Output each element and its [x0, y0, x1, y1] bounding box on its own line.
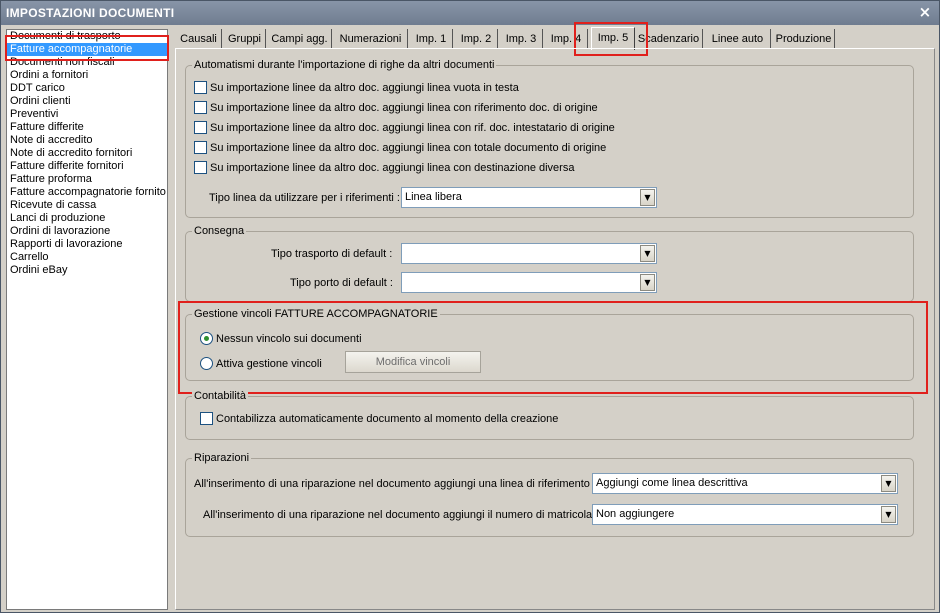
riferimento-label: All'inserimento di una riparazione nel d…: [194, 478, 597, 490]
matricola-select[interactable]: Non aggiungere ▼: [592, 504, 898, 525]
radio-nessun-vincolo-label: Nessun vincolo sui documenti: [216, 333, 362, 345]
list-item[interactable]: Ricevute di cassa: [7, 199, 167, 212]
consegna-group: Consegna Tipo trasporto di default : ▼ T…: [185, 224, 914, 302]
document-type-list[interactable]: Documenti di trasporto Fatture accompagna…: [6, 29, 168, 610]
tab-imp-2[interactable]: Imp. 2: [455, 29, 498, 49]
automatismi-option-label: Su importazione linee da altro doc. aggi…: [210, 162, 575, 174]
automatismi-option-label: Su importazione linee da altro doc. aggi…: [210, 102, 598, 114]
list-item[interactable]: Ordini a fornitori: [7, 69, 167, 82]
tab-gruppi[interactable]: Gruppi: [224, 29, 266, 49]
automatismi-checkbox[interactable]: [194, 161, 207, 174]
automatismi-option-row[interactable]: Su importazione linee da altro doc. aggi…: [194, 120, 615, 136]
list-item[interactable]: Note di accredito: [7, 134, 167, 147]
chevron-down-icon[interactable]: ▼: [640, 245, 655, 262]
list-item[interactable]: Documenti non fiscali: [7, 56, 167, 69]
tipo-linea-label: Tipo linea da utilizzare per i riferimen…: [209, 192, 400, 204]
list-item[interactable]: DDT carico: [7, 82, 167, 95]
list-item[interactable]: Documenti di trasporto: [7, 30, 167, 43]
chevron-down-icon[interactable]: ▼: [881, 506, 896, 523]
automatismi-checkbox[interactable]: [194, 101, 207, 114]
list-item[interactable]: Ordini clienti: [7, 95, 167, 108]
list-item[interactable]: Ordini di lavorazione: [7, 225, 167, 238]
vincoli-title: Gestione vincoli FATTURE ACCOMPAGNATORIE: [192, 307, 440, 321]
trasporto-label: Tipo trasporto di default :: [271, 248, 393, 260]
tab-produzione[interactable]: Produzione: [773, 29, 835, 49]
tab-panel-imp5: Automatismi durante l'importazione di ri…: [175, 48, 935, 610]
tab-imp-4[interactable]: Imp. 4: [545, 29, 588, 49]
automatismi-option-label: Su importazione linee da altro doc. aggi…: [210, 122, 615, 134]
radio-attiva-vincoli[interactable]: Attiva gestione vincoli: [200, 356, 322, 372]
radio-circle[interactable]: [200, 357, 213, 370]
list-item[interactable]: Ordini eBay: [7, 264, 167, 277]
matricola-label: All'inserimento di una riparazione nel d…: [203, 509, 599, 521]
contabilizza-checkbox-row[interactable]: Contabilizza automaticamente documento a…: [200, 411, 558, 427]
tab-imp-1[interactable]: Imp. 1: [410, 29, 453, 49]
list-item[interactable]: Lanci di produzione: [7, 212, 167, 225]
chevron-down-icon[interactable]: ▼: [640, 189, 655, 206]
contabilizza-label: Contabilizza automaticamente documento a…: [216, 413, 559, 425]
automatismi-option-label: Su importazione linee da altro doc. aggi…: [210, 82, 519, 94]
automatismi-option-label: Su importazione linee da altro doc. aggi…: [210, 142, 607, 154]
chevron-down-icon[interactable]: ▼: [881, 475, 896, 492]
tab-imp-5[interactable]: Imp. 5: [591, 27, 635, 50]
list-item[interactable]: Fatture accompagnatorie: [7, 43, 167, 56]
riferimento-value: Aggiungi come linea descrittiva: [596, 477, 748, 489]
tipo-linea-value: Linea libera: [405, 191, 462, 203]
close-icon[interactable]: ×: [917, 5, 933, 21]
tab-causali[interactable]: Causali: [176, 29, 222, 49]
automatismi-option-row[interactable]: Su importazione linee da altro doc. aggi…: [194, 80, 519, 96]
contabilizza-checkbox[interactable]: [200, 412, 213, 425]
automatismi-option-row[interactable]: Su importazione linee da altro doc. aggi…: [194, 140, 606, 156]
window-title: IMPOSTAZIONI DOCUMENTI: [6, 6, 175, 20]
matricola-value: Non aggiungere: [596, 508, 675, 520]
contabilita-title: Contabilità: [192, 389, 248, 403]
riparazioni-title: Riparazioni: [192, 451, 252, 465]
radio-attiva-vincoli-label: Attiva gestione vincoli: [216, 358, 322, 370]
automatismi-checkbox[interactable]: [194, 81, 207, 94]
tab-numerazioni[interactable]: Numerazioni: [334, 29, 408, 49]
list-item[interactable]: Rapporti di lavorazione: [7, 238, 167, 251]
automatismi-group: Automatismi durante l'importazione di ri…: [185, 58, 914, 218]
list-item[interactable]: Carrello: [7, 251, 167, 264]
tab-imp-3[interactable]: Imp. 3: [500, 29, 543, 49]
list-item[interactable]: Fatture proforma: [7, 173, 167, 186]
list-item[interactable]: Fatture differite: [7, 121, 167, 134]
tipo-linea-select[interactable]: Linea libera ▼: [401, 187, 657, 208]
tab-scadenzario[interactable]: Scadenzario: [635, 29, 703, 49]
list-item[interactable]: Note di accredito fornitori: [7, 147, 167, 160]
riparazioni-group: Riparazioni All'inserimento di una ripar…: [185, 451, 914, 537]
vincoli-group: Gestione vincoli FATTURE ACCOMPAGNATORIE…: [185, 307, 914, 381]
list-item[interactable]: Fatture accompagnatorie fornito: [7, 186, 167, 199]
automatismi-checkbox[interactable]: [194, 141, 207, 154]
automatismi-checkbox[interactable]: [194, 121, 207, 134]
automatismi-title: Automatismi durante l'importazione di ri…: [192, 58, 497, 72]
automatismi-option-row[interactable]: Su importazione linee da altro doc. aggi…: [194, 100, 598, 116]
porto-select[interactable]: ▼: [401, 272, 657, 293]
radio-nessun-vincolo[interactable]: Nessun vincolo sui documenti: [200, 331, 362, 347]
porto-label: Tipo porto di default :: [290, 277, 393, 289]
trasporto-select[interactable]: ▼: [401, 243, 657, 264]
tab-campi-agg[interactable]: Campi agg.: [268, 29, 332, 49]
list-item[interactable]: Fatture differite fornitori: [7, 160, 167, 173]
list-item[interactable]: Preventivi: [7, 108, 167, 121]
riferimento-select[interactable]: Aggiungi come linea descrittiva ▼: [592, 473, 898, 494]
automatismi-option-row[interactable]: Su importazione linee da altro doc. aggi…: [194, 160, 574, 176]
settings-window: IMPOSTAZIONI DOCUMENTI × Documenti di tr…: [0, 0, 940, 613]
contabilita-group: Contabilità Contabilizza automaticamente…: [185, 389, 914, 440]
consegna-title: Consegna: [192, 224, 247, 238]
modifica-vincoli-button[interactable]: Modifica vincoli: [345, 351, 481, 373]
radio-circle[interactable]: [200, 332, 213, 345]
tab-linee-auto[interactable]: Linee auto: [705, 29, 771, 49]
chevron-down-icon[interactable]: ▼: [640, 274, 655, 291]
window-titlebar: IMPOSTAZIONI DOCUMENTI ×: [1, 1, 939, 25]
